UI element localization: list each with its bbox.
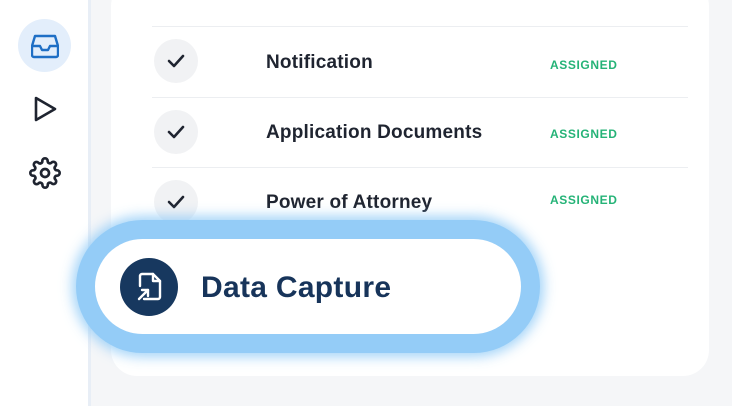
list-item[interactable]: Application Documents ASSIGNED [152, 98, 688, 168]
check-icon [154, 110, 198, 154]
data-capture-label: Data Capture [201, 271, 392, 304]
inbox-icon [30, 33, 59, 59]
play-icon [32, 95, 58, 123]
status-badge: ASSIGNED [550, 58, 618, 72]
check-icon [154, 39, 198, 83]
list-item-label: Power of Attorney [266, 192, 433, 213]
sidebar-item-play[interactable] [18, 82, 71, 135]
status-badge: ASSIGNED [550, 127, 618, 141]
check-icon [154, 180, 198, 224]
document-arrow-icon [120, 258, 178, 316]
list-item-label: Notification [266, 52, 373, 73]
list-item[interactable]: Notification ASSIGNED [152, 27, 688, 97]
sidebar-divider [88, 0, 91, 406]
status-badge: ASSIGNED [550, 193, 618, 207]
gear-icon [28, 156, 61, 189]
sidebar-item-inbox[interactable] [18, 19, 71, 72]
sidebar-item-settings[interactable] [18, 146, 71, 199]
list-item-label: Application Documents [266, 122, 483, 143]
data-capture-button[interactable]: Data Capture [95, 239, 521, 334]
